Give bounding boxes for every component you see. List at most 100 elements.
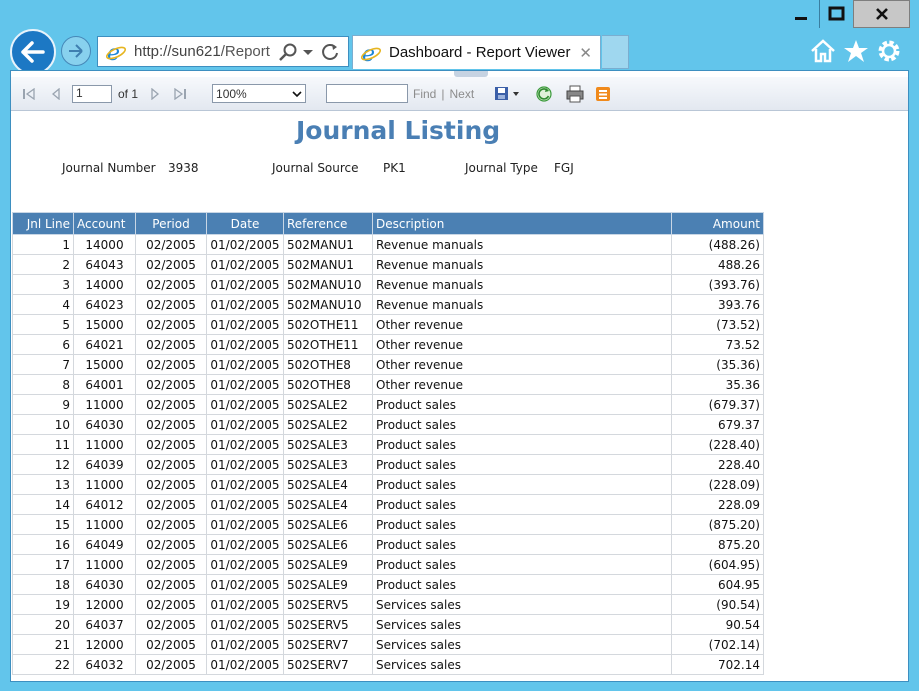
cell-description: Services sales xyxy=(372,634,672,655)
table-row: 3 14000 02/2005 01/02/2005 502MANU10 Revenue … xyxy=(12,274,764,295)
browser-window: e http://sun621/Report e Dashboard - Rep… xyxy=(0,0,919,691)
tab-dashboard[interactable]: e Dashboard - Report Viewer ✕ xyxy=(352,35,601,69)
tab-close-icon[interactable]: ✕ xyxy=(579,44,592,62)
cell-reference: 502SALE2 xyxy=(283,414,373,435)
back-button[interactable] xyxy=(10,29,56,75)
cell-description: Revenue manuals xyxy=(372,294,672,315)
cell-amount: 702.14 xyxy=(671,654,764,675)
cell-account: 11000 xyxy=(73,394,136,415)
cell-account: 64032 xyxy=(73,654,136,675)
cell-account: 12000 xyxy=(73,634,136,655)
search-icon[interactable] xyxy=(278,42,298,62)
url-path: /Report xyxy=(220,43,270,60)
cell-period: 02/2005 xyxy=(135,574,207,595)
report-title: Journal Listing xyxy=(296,116,501,145)
cell-date: 01/02/2005 xyxy=(206,654,284,675)
data-feed-button[interactable] xyxy=(595,86,611,102)
address-bar[interactable]: e http://sun621/Report xyxy=(97,36,349,67)
cell-account: 14000 xyxy=(73,234,136,255)
find-input[interactable] xyxy=(326,84,409,103)
table-row: 21 12000 02/2005 01/02/2005 502SERV7 Services… xyxy=(12,634,764,655)
cell-jnl-line: 6 xyxy=(12,334,74,355)
cell-description: Product sales xyxy=(372,434,672,455)
cell-description: Revenue manuals xyxy=(372,254,672,275)
cell-reference: 502SALE2 xyxy=(283,394,373,415)
home-button[interactable] xyxy=(808,36,838,66)
cell-jnl-line: 11 xyxy=(12,434,74,455)
previous-page-icon[interactable] xyxy=(49,87,63,100)
first-page-icon[interactable] xyxy=(21,87,37,100)
refresh-icon[interactable] xyxy=(320,42,340,62)
cell-amount: 875.20 xyxy=(671,534,764,555)
table-row: 22 64032 02/2005 01/02/2005 502SERV7 Services… xyxy=(12,654,764,675)
cell-description: Product sales xyxy=(372,514,672,535)
cell-date: 01/02/2005 xyxy=(206,294,284,315)
cell-description: Services sales xyxy=(372,594,672,615)
cell-amount: 604.95 xyxy=(671,574,764,595)
minimize-button[interactable] xyxy=(784,0,818,28)
cell-account: 64021 xyxy=(73,334,136,355)
cell-reference: 502SERV7 xyxy=(283,654,373,675)
new-tab-button[interactable] xyxy=(602,35,629,69)
cell-account: 64039 xyxy=(73,454,136,475)
cell-amount: (228.09) xyxy=(671,474,764,495)
next-page-icon[interactable] xyxy=(148,87,162,100)
cell-description: Other revenue xyxy=(372,374,672,395)
table-row: 2 64043 02/2005 01/02/2005 502MANU1 Revenue m… xyxy=(12,254,764,275)
cell-description: Product sales xyxy=(372,474,672,495)
forward-button[interactable] xyxy=(61,36,91,66)
table-row: 9 11000 02/2005 01/02/2005 502SALE2 Product s… xyxy=(12,394,764,415)
cell-date: 01/02/2005 xyxy=(206,354,284,375)
cell-jnl-line: 22 xyxy=(12,654,74,675)
next-link[interactable]: Next xyxy=(449,87,474,101)
cell-period: 02/2005 xyxy=(135,354,207,375)
cell-amount: (679.37) xyxy=(671,394,764,415)
cell-jnl-line: 4 xyxy=(12,294,74,315)
cell-date: 01/02/2005 xyxy=(206,554,284,575)
zoom-select[interactable]: 100% xyxy=(212,84,307,103)
cell-reference: 502OTHE11 xyxy=(283,314,373,335)
cell-period: 02/2005 xyxy=(135,374,207,395)
close-window-button[interactable] xyxy=(853,0,910,28)
chevron-down-icon xyxy=(292,90,302,97)
dropdown-icon[interactable] xyxy=(302,47,314,57)
cell-amount: (228.40) xyxy=(671,434,764,455)
settings-button[interactable] xyxy=(874,36,904,66)
maximize-button[interactable] xyxy=(819,0,853,28)
cell-reference: 502SALE9 xyxy=(283,574,373,595)
cell-jnl-line: 21 xyxy=(12,634,74,655)
cell-amount: (488.26) xyxy=(671,234,764,255)
export-button[interactable] xyxy=(494,86,522,102)
cell-date: 01/02/2005 xyxy=(206,234,284,255)
cell-description: Other revenue xyxy=(372,354,672,375)
cell-description: Product sales xyxy=(372,494,672,515)
favorites-button[interactable] xyxy=(841,36,871,66)
cell-date: 01/02/2005 xyxy=(206,574,284,595)
cell-amount: 488.26 xyxy=(671,254,764,275)
find-link[interactable]: Find xyxy=(413,87,436,101)
cell-jnl-line: 13 xyxy=(12,474,74,495)
cell-date: 01/02/2005 xyxy=(206,314,284,335)
last-page-icon[interactable] xyxy=(172,87,188,100)
cell-date: 01/02/2005 xyxy=(206,514,284,535)
cell-period: 02/2005 xyxy=(135,254,207,275)
cell-description: Product sales xyxy=(372,454,672,475)
table-row: 1 14000 02/2005 01/02/2005 502MANU1 Revenue m… xyxy=(12,234,764,255)
cell-reference: 502SERV7 xyxy=(283,634,373,655)
cell-reference: 502MANU10 xyxy=(283,294,373,315)
maximize-icon xyxy=(828,6,844,21)
report-refresh-button[interactable] xyxy=(535,85,553,103)
table-row: 13 11000 02/2005 01/02/2005 502SALE4 Product … xyxy=(12,474,764,495)
cell-reference: 502MANU1 xyxy=(283,254,373,275)
cell-amount: (90.54) xyxy=(671,594,764,615)
cell-jnl-line: 12 xyxy=(12,454,74,475)
cell-amount: (702.14) xyxy=(671,634,764,655)
table-row: 18 64030 02/2005 01/02/2005 502SALE9 Product … xyxy=(12,574,764,595)
cell-description: Revenue manuals xyxy=(372,234,672,255)
ie-logo-icon: e xyxy=(104,40,128,64)
page-number-input[interactable]: 1 xyxy=(72,84,112,103)
cell-jnl-line: 16 xyxy=(12,534,74,555)
print-button[interactable] xyxy=(565,85,585,103)
address-url[interactable]: http://sun621/Report xyxy=(134,43,274,60)
cell-reference: 502OTHE8 xyxy=(283,354,373,375)
